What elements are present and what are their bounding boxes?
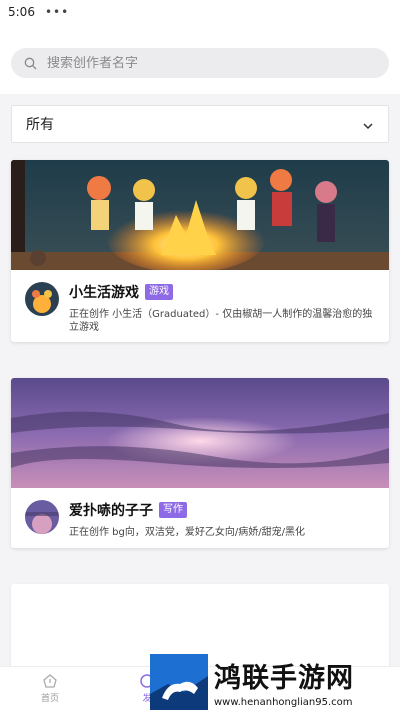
category-tag: 写作 xyxy=(159,502,187,518)
watermark-logo xyxy=(150,653,208,710)
category-tag: 游戏 xyxy=(145,284,173,300)
status-dots: ••• xyxy=(44,5,70,19)
category-dropdown[interactable]: 所有 xyxy=(11,105,389,143)
creator-name: 小生活游戏 xyxy=(69,285,139,301)
creator-card[interactable]: 爱扑哧的子子 写作 正在创作 bg向，双洁党，爱好乙女向/病娇/甜宠/黑化 xyxy=(11,378,389,548)
chevron-down-icon xyxy=(362,115,374,134)
home-icon xyxy=(20,673,80,689)
nav-home-label: 首页 xyxy=(40,694,59,704)
card-banner-sunset xyxy=(11,378,389,488)
status-time: 5:06 xyxy=(8,5,35,19)
watermark-title: 鸿联手游网 xyxy=(214,662,354,694)
creator-name: 爱扑哧的子子 xyxy=(69,503,153,519)
creator-description: 正在创作 bg向，双洁党，爱好乙女向/病娇/甜宠/黑化 xyxy=(69,527,305,538)
card-banner-campfire xyxy=(11,160,389,270)
creator-description: 正在创作 小生活（Graduated）- 仅由椒胡一人制作的温馨治愈的独立游戏 xyxy=(69,309,373,333)
dropdown-value: 所有 xyxy=(26,117,54,133)
nav-home[interactable]: 首页 xyxy=(20,673,80,704)
watermark: 鸿联手游网 www.henanhonglian95.com xyxy=(150,652,400,711)
search-icon xyxy=(23,56,37,70)
watermark-url: www.henanhonglian95.com xyxy=(214,696,353,708)
creator-card[interactable]: 小生活游戏 游戏 正在创作 小生活（Graduated）- 仅由椒胡一人制作的温… xyxy=(11,160,389,342)
search-bar[interactable] xyxy=(11,48,389,78)
avatar xyxy=(25,282,59,316)
search-input[interactable] xyxy=(47,55,347,71)
status-bar: 5:06 ••• xyxy=(0,0,400,24)
avatar xyxy=(25,500,59,534)
